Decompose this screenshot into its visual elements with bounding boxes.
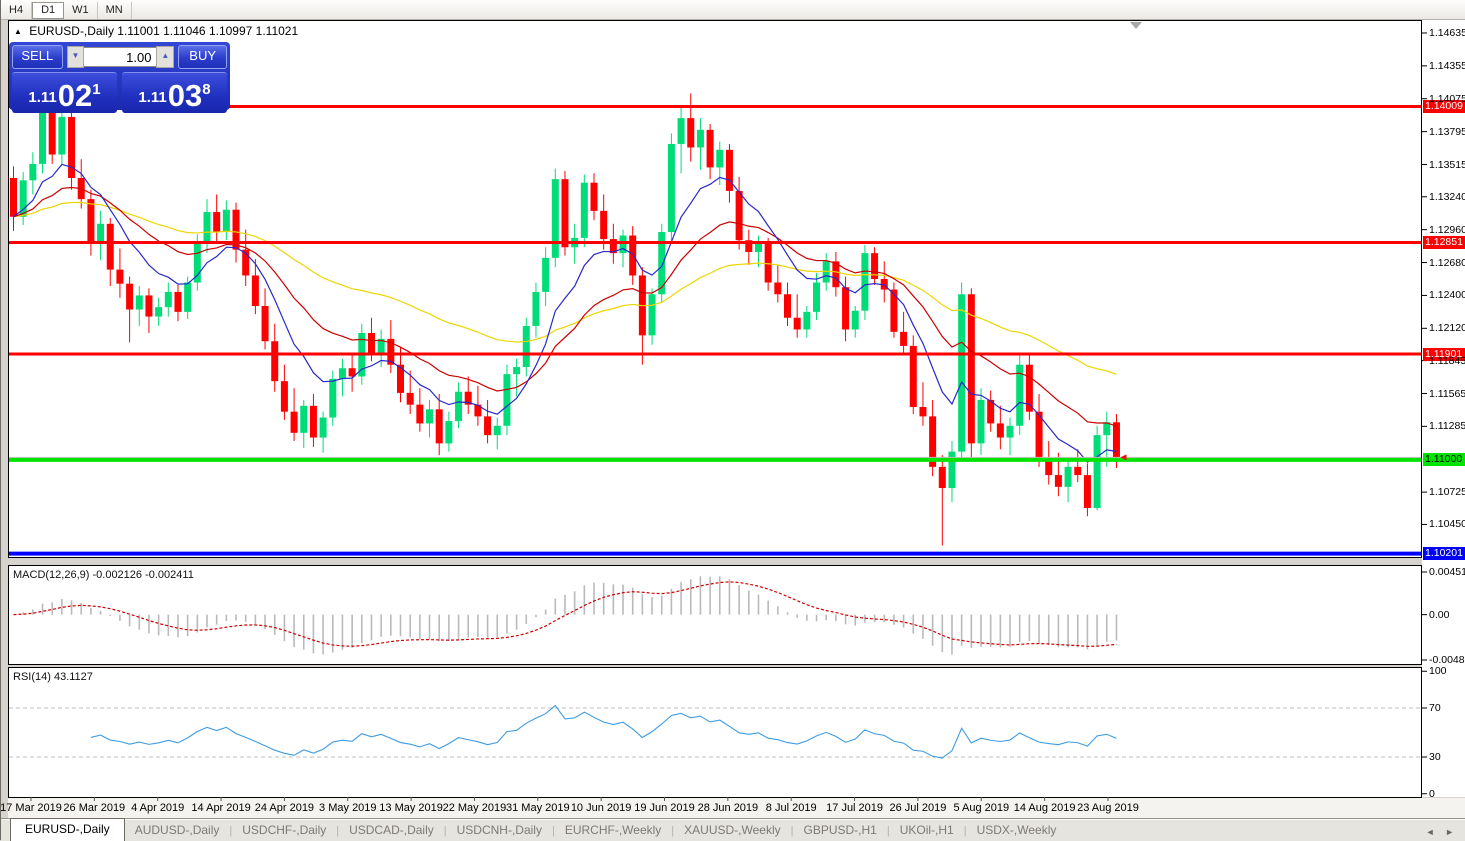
- date-label-1: 26 Mar 2019: [63, 802, 126, 814]
- chart-symbol-label: EURUSD-,Daily: [29, 24, 114, 38]
- macd-pane[interactable]: [8, 565, 1422, 665]
- date-label-5: 3 May 2019: [319, 802, 377, 814]
- date-label-16: 14 Aug 2019: [1013, 802, 1076, 814]
- timeframe-button-d1[interactable]: D1: [32, 2, 65, 19]
- date-label-6: 13 May 2019: [379, 802, 443, 814]
- macd-tick--0.004806: -0.004806: [1429, 654, 1465, 666]
- sell-price-big: 02: [57, 78, 93, 113]
- date-label-9: 10 Jun 2019: [570, 802, 632, 814]
- symbol-tab-audusd-daily[interactable]: AUDUSD-,Daily: [125, 820, 230, 841]
- date-label-0: 17 Mar 2019: [0, 802, 62, 814]
- price-tick-1.13240: 1.13240: [1429, 190, 1465, 203]
- volume-input[interactable]: [84, 47, 157, 67]
- date-label-12: 8 Jul 2019: [765, 802, 817, 814]
- chart-ohlc-values: 1.11001 1.11046 1.10997 1.11021: [117, 24, 299, 38]
- date-label-4: 24 Apr 2019: [254, 802, 315, 814]
- price-tick-1.11565: 1.11565: [1429, 387, 1465, 400]
- price-tick-1.14075: 1.14075: [1429, 92, 1465, 105]
- timeframe-buttons: H4 D1 W1 MN: [1, 0, 1465, 19]
- date-label-2: 4 Apr 2019: [131, 802, 185, 814]
- rsi-label: RSI(14) 43.1127: [13, 671, 93, 683]
- sell-button[interactable]: SELL: [12, 45, 63, 69]
- price-tick-1.12400: 1.12400: [1429, 289, 1465, 302]
- rsi-tick-100: 100: [1429, 665, 1447, 678]
- symbol-tab-ukoil-h1[interactable]: UKOil-,H1: [890, 820, 964, 841]
- symbol-tab-usdx-weekly[interactable]: USDX-,Weekly: [967, 820, 1067, 841]
- symbol-tab-gbpusd-h1[interactable]: GBPUSD-,H1: [793, 820, 886, 841]
- level-price-label-1.11000: 1.11000: [1423, 453, 1465, 467]
- symbol-tabs: EURUSD-,Daily AUDUSD-,Daily | USDCHF-,Daily…: [10, 818, 1422, 841]
- symbol-tab-usdchf-daily[interactable]: USDCHF-,Daily: [232, 820, 336, 841]
- date-label-8: 31 May 2019: [505, 802, 570, 814]
- price-tick-1.13515: 1.13515: [1429, 158, 1465, 171]
- price-tick-1.12120: 1.12120: [1429, 322, 1465, 335]
- tabs-scroll-left-icon[interactable]: ◄: [1422, 827, 1439, 837]
- symbol-tab-eurchf-weekly[interactable]: EURCHF-,Weekly: [555, 820, 671, 841]
- date-label-11: 28 Jun 2019: [697, 802, 759, 814]
- volume-increase-button[interactable]: ▲: [156, 46, 175, 68]
- tabs-scroll-right-icon[interactable]: ►: [1441, 827, 1458, 837]
- buy-price-small: 1.11: [138, 89, 167, 106]
- volume-decrease-button[interactable]: ▼: [66, 46, 85, 68]
- macd-label: MACD(12,26,9) -0.002126 -0.002411: [13, 569, 194, 581]
- price-tick-1.10725: 1.10725: [1429, 486, 1465, 499]
- price-tick-1.12960: 1.12960: [1429, 223, 1465, 236]
- macd-tick-0.004517: 0.004517: [1429, 566, 1465, 578]
- date-label-10: 19 Jun 2019: [634, 802, 695, 814]
- buy-price-box[interactable]: 1.11 03 8: [122, 72, 227, 113]
- symbol-tab-xauusd-weekly[interactable]: XAUUSD-,Weekly: [674, 820, 790, 841]
- rsi-tick-30: 30: [1429, 751, 1441, 763]
- rsi-pane[interactable]: [8, 667, 1422, 798]
- buy-price-sup: 8: [202, 81, 211, 98]
- macd-values: -0.002126 -0.002411: [92, 569, 194, 581]
- macd-name: MACD(12,26,9): [13, 569, 90, 581]
- symbol-tab-eurusd-daily[interactable]: EURUSD-,Daily: [10, 818, 125, 841]
- rsi-value: 43.1127: [53, 671, 93, 683]
- rsi-tick-70: 70: [1429, 702, 1441, 714]
- date-label-15: 5 Aug 2019: [953, 802, 1010, 814]
- buy-button[interactable]: BUY: [178, 45, 227, 69]
- price-tick-1.11285: 1.11285: [1429, 420, 1465, 433]
- date-label-3: 14 Apr 2019: [191, 802, 251, 814]
- price-tick-1.14355: 1.14355: [1429, 59, 1465, 72]
- date-label-7: 22 May 2019: [442, 802, 507, 814]
- timeframe-button-h4[interactable]: H4: [1, 2, 33, 19]
- symbol-tab-usdcnh-daily[interactable]: USDCNH-,Daily: [447, 820, 552, 841]
- sell-price-box[interactable]: 1.11 02 1: [12, 72, 117, 113]
- rsi-tick-0: 0: [1429, 787, 1435, 800]
- panel-toggle-icon[interactable]: ▲: [14, 27, 22, 36]
- sell-price-sup: 1: [92, 81, 101, 98]
- level-price-label-1.10201: 1.10201: [1423, 547, 1465, 561]
- level-price-label-1.12851: 1.12851: [1423, 236, 1465, 249]
- date-label-13: 17 Jul 2019: [826, 802, 884, 814]
- sell-price-small: 1.11: [28, 89, 57, 106]
- rsi-name: RSI(14): [13, 671, 51, 683]
- buy-price-big: 03: [167, 78, 203, 113]
- price-tick-1.13795: 1.13795: [1429, 125, 1465, 138]
- symbol-tab-bar: EURUSD-,Daily AUDUSD-,Daily | USDCHF-,Daily…: [1, 818, 1465, 841]
- date-label-14: 26 Jul 2019: [889, 802, 947, 814]
- timeframe-button-w1[interactable]: W1: [64, 2, 98, 19]
- price-tick-1.14635: 1.14635: [1429, 27, 1465, 39]
- date-label-17: 23 Aug 2019: [1077, 802, 1139, 814]
- symbol-tab-usdcad-daily[interactable]: USDCAD-,Daily: [339, 820, 444, 841]
- macd-tick-0.00: 0.00: [1429, 608, 1450, 621]
- chart-header: ▲ EURUSD-,Daily 1.11001 1.11046 1.10997 …: [14, 24, 298, 38]
- mt4-terminal-window: { "toolbar": {"timeframes": [ {"label": …: [0, 0, 1465, 841]
- price-tick-1.12680: 1.12680: [1429, 256, 1465, 269]
- timeframe-button-mn[interactable]: MN: [98, 2, 132, 19]
- tab-scroll-arrows: ◄ ►: [1422, 827, 1458, 837]
- price-tick-1.11845: 1.11845: [1429, 354, 1465, 367]
- one-click-trading-panel: SELL ▼ ▲ BUY 1.11 02 1 1.11 03 8: [9, 42, 230, 113]
- price-tick-1.10450: 1.10450: [1429, 518, 1465, 531]
- timeframe-toolbar: H4 D1 W1 MN: [1, 0, 1465, 20]
